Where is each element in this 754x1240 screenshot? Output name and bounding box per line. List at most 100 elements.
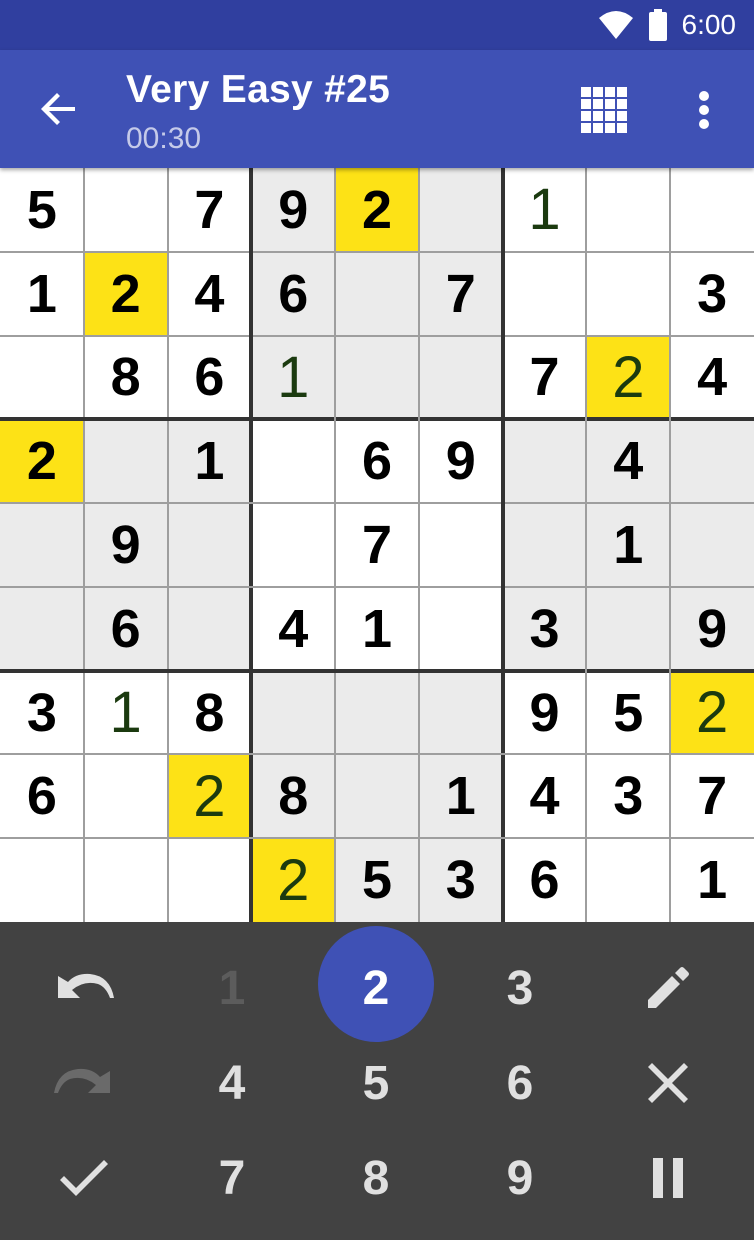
board-cell[interactable]: 8: [251, 754, 336, 839]
board-cell[interactable]: [586, 168, 670, 252]
board-cell[interactable]: 1: [670, 838, 754, 922]
board-cell[interactable]: 3: [0, 671, 84, 755]
board-cell[interactable]: 6: [168, 336, 252, 420]
number-key-8[interactable]: 8: [316, 1130, 436, 1226]
board-cell[interactable]: 5: [0, 168, 84, 252]
board-cell[interactable]: [335, 754, 419, 839]
undo-button[interactable]: [24, 940, 144, 1036]
board-cell[interactable]: [586, 252, 670, 336]
board-cell[interactable]: 7: [418, 251, 503, 336]
board-cell[interactable]: [167, 586, 252, 671]
board-cell[interactable]: [335, 670, 419, 755]
board-cell[interactable]: 6: [251, 251, 336, 336]
board-cell[interactable]: 7: [670, 754, 754, 838]
board-cell[interactable]: 4: [503, 754, 587, 838]
board-cell[interactable]: 7: [503, 336, 587, 420]
board-cell[interactable]: 2: [586, 335, 671, 420]
board-cell[interactable]: [419, 503, 503, 587]
pencil-button[interactable]: [608, 940, 728, 1036]
board-cell[interactable]: 6: [335, 419, 419, 503]
number-key-4[interactable]: 4: [172, 1035, 292, 1131]
board-cell[interactable]: [251, 670, 336, 755]
board-cell[interactable]: [168, 838, 252, 922]
board-cell[interactable]: [586, 838, 670, 922]
board-cell[interactable]: 9: [251, 168, 336, 252]
board-cell[interactable]: [419, 587, 503, 671]
pause-button[interactable]: [608, 1130, 728, 1226]
board-cell[interactable]: [502, 419, 587, 504]
board-cell[interactable]: [251, 419, 335, 503]
board-cell[interactable]: 4: [670, 336, 754, 420]
board-cell[interactable]: [503, 252, 587, 336]
board-cell[interactable]: 6: [503, 838, 587, 922]
board-cell[interactable]: 1: [335, 587, 419, 671]
board-cell[interactable]: 8: [168, 671, 252, 755]
number-key-5[interactable]: 5: [316, 1035, 436, 1131]
board-cell[interactable]: 3: [670, 252, 754, 336]
board-cell[interactable]: 2: [83, 251, 168, 336]
board-cell[interactable]: [0, 838, 84, 922]
board-cell[interactable]: 5: [335, 838, 419, 922]
board-cell[interactable]: 3: [418, 838, 503, 922]
board-cell[interactable]: [502, 503, 587, 587]
board-cell[interactable]: 9: [503, 671, 587, 755]
board-cell[interactable]: [0, 336, 84, 420]
board-cell[interactable]: 4: [168, 252, 252, 336]
board-cell[interactable]: [418, 335, 503, 420]
back-button[interactable]: [36, 86, 82, 132]
board-cell[interactable]: 8: [84, 336, 168, 420]
board-cell[interactable]: 7: [168, 168, 252, 252]
board-cell[interactable]: [586, 586, 671, 671]
board-cell[interactable]: 1: [418, 754, 503, 839]
number-key-7[interactable]: 7: [172, 1130, 292, 1226]
board-cell[interactable]: 2: [670, 670, 754, 755]
number-key-3[interactable]: 3: [460, 940, 580, 1036]
board-cell[interactable]: [0, 586, 84, 671]
board-cell[interactable]: [418, 168, 503, 252]
check-button[interactable]: [24, 1130, 144, 1226]
board-cell[interactable]: 4: [251, 587, 335, 671]
board-cell[interactable]: 9: [83, 503, 168, 587]
board-cell[interactable]: [335, 251, 419, 336]
number-key-9[interactable]: 9: [460, 1130, 580, 1226]
board-cell[interactable]: [251, 503, 335, 587]
board-cell[interactable]: 1: [167, 419, 252, 504]
board-cell[interactable]: [670, 503, 754, 587]
board-cell[interactable]: [418, 670, 503, 755]
board-cell[interactable]: 6: [83, 586, 168, 671]
board-cell[interactable]: [84, 168, 168, 252]
board-cell[interactable]: 4: [586, 419, 671, 504]
board-cell[interactable]: [670, 168, 754, 252]
overflow-menu-button[interactable]: [686, 84, 722, 136]
grid-line-vertical: [334, 168, 337, 922]
board-cell[interactable]: [83, 419, 168, 504]
board-cell[interactable]: 1: [503, 168, 587, 252]
board-cell[interactable]: 1: [586, 503, 671, 587]
number-key-1[interactable]: 1: [172, 940, 292, 1036]
board-cell[interactable]: 6: [0, 754, 84, 838]
board-cell[interactable]: 9: [419, 419, 503, 503]
board-cell[interactable]: 2: [335, 168, 419, 252]
board-cell[interactable]: 1: [84, 671, 168, 755]
number-key-2[interactable]: 2: [316, 940, 436, 1036]
board-cell[interactable]: [0, 503, 84, 587]
board-cell[interactable]: 1: [251, 335, 336, 420]
number-key-6[interactable]: 6: [460, 1035, 580, 1131]
grid-view-button[interactable]: [578, 84, 630, 136]
board-cell[interactable]: [84, 838, 168, 922]
board-cell[interactable]: [167, 503, 252, 587]
board-cell[interactable]: 2: [167, 754, 252, 839]
board-cell[interactable]: [84, 754, 168, 838]
redo-button[interactable]: [24, 1035, 144, 1131]
board-cell[interactable]: 3: [586, 754, 670, 838]
board-cell[interactable]: 7: [335, 503, 419, 587]
board-cell[interactable]: 9: [670, 586, 754, 671]
clear-button[interactable]: [608, 1035, 728, 1131]
board-cell[interactable]: 1: [0, 252, 84, 336]
board-cell[interactable]: 2: [251, 838, 336, 922]
board-cell[interactable]: 2: [0, 419, 84, 504]
board-cell[interactable]: [335, 335, 419, 420]
board-cell[interactable]: 3: [502, 586, 587, 671]
board-cell[interactable]: [670, 419, 754, 504]
board-cell[interactable]: 5: [586, 671, 670, 755]
